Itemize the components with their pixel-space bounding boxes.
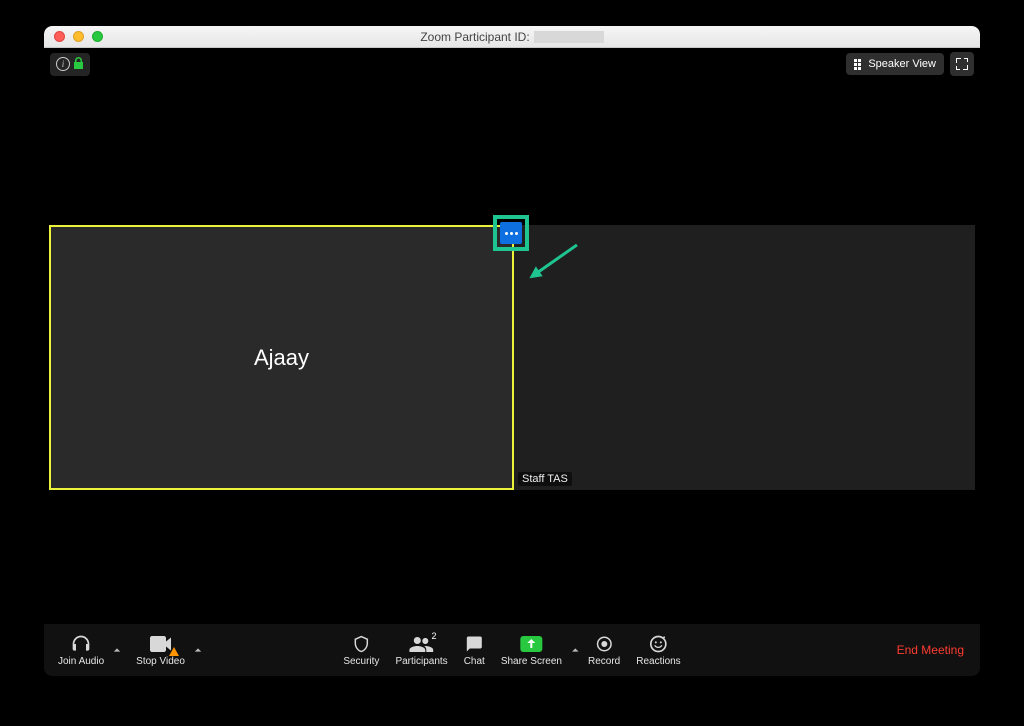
video-options-chevron[interactable] xyxy=(193,646,203,654)
close-window-button[interactable] xyxy=(54,31,65,42)
stop-video-label: Stop Video xyxy=(136,656,185,667)
security-label: Security xyxy=(343,656,379,667)
participant-more-button[interactable] xyxy=(500,222,522,244)
zoom-window-button[interactable] xyxy=(92,31,103,42)
end-meeting-button[interactable]: End Meeting xyxy=(887,643,974,657)
warning-icon xyxy=(169,647,179,656)
reactions-label: Reactions xyxy=(636,656,680,667)
speaker-view-label: Speaker View xyxy=(868,58,936,70)
shield-icon xyxy=(352,634,370,654)
fullscreen-icon xyxy=(956,58,968,70)
fullscreen-button[interactable] xyxy=(950,52,974,76)
zoom-window: Zoom Participant ID: i Speaker View xyxy=(44,26,980,676)
headphones-icon xyxy=(70,634,92,654)
meeting-topbar: i Speaker View xyxy=(44,48,980,80)
camera-icon xyxy=(149,634,173,654)
meeting-toolbar: Join Audio Stop Video Security xyxy=(44,624,980,676)
meeting-info-group: i xyxy=(50,53,90,76)
minimize-window-button[interactable] xyxy=(73,31,84,42)
participants-label: Participants xyxy=(395,656,447,667)
join-audio-button[interactable]: Join Audio xyxy=(50,634,112,667)
window-title-text: Zoom Participant ID: xyxy=(420,30,529,44)
participant-tile-other[interactable]: Staff TAS xyxy=(514,225,975,490)
record-icon xyxy=(595,634,613,654)
security-button[interactable]: Security xyxy=(335,624,387,676)
share-screen-label: Share Screen xyxy=(501,656,562,667)
record-label: Record xyxy=(588,656,620,667)
info-icon[interactable]: i xyxy=(56,57,70,71)
share-options-chevron[interactable] xyxy=(570,646,580,654)
encryption-lock-icon[interactable] xyxy=(74,57,84,72)
join-audio-label: Join Audio xyxy=(58,656,104,667)
participant-name-large: Ajaay xyxy=(254,345,309,371)
smile-icon xyxy=(648,634,668,654)
titlebar: Zoom Participant ID: xyxy=(44,26,980,48)
window-controls xyxy=(44,31,103,42)
people-icon: 2 xyxy=(410,634,434,654)
window-title: Zoom Participant ID: xyxy=(44,30,980,44)
record-button[interactable]: Record xyxy=(580,624,628,676)
chat-button[interactable]: Chat xyxy=(456,624,493,676)
stop-video-button[interactable]: Stop Video xyxy=(128,634,193,667)
share-screen-button[interactable]: Share Screen xyxy=(493,624,570,676)
view-controls: Speaker View xyxy=(846,52,974,76)
annotation-highlight xyxy=(493,215,529,251)
gallery-icon xyxy=(854,59,863,70)
audio-options-chevron[interactable] xyxy=(112,646,122,654)
share-screen-icon xyxy=(520,634,542,654)
participants-button[interactable]: 2 Participants xyxy=(387,624,455,676)
reactions-button[interactable]: Reactions xyxy=(628,624,688,676)
video-area: Ajaay Staff TAS xyxy=(44,80,980,624)
participant-tiles: Ajaay Staff TAS xyxy=(49,225,975,490)
participant-name-label: Staff TAS xyxy=(518,472,572,486)
chat-label: Chat xyxy=(464,656,485,667)
participants-count-badge: 2 xyxy=(430,631,439,641)
window-title-redacted xyxy=(534,31,604,43)
participant-tile-active[interactable]: Ajaay xyxy=(49,225,514,490)
chat-icon xyxy=(464,634,484,654)
speaker-view-button[interactable]: Speaker View xyxy=(846,53,944,75)
